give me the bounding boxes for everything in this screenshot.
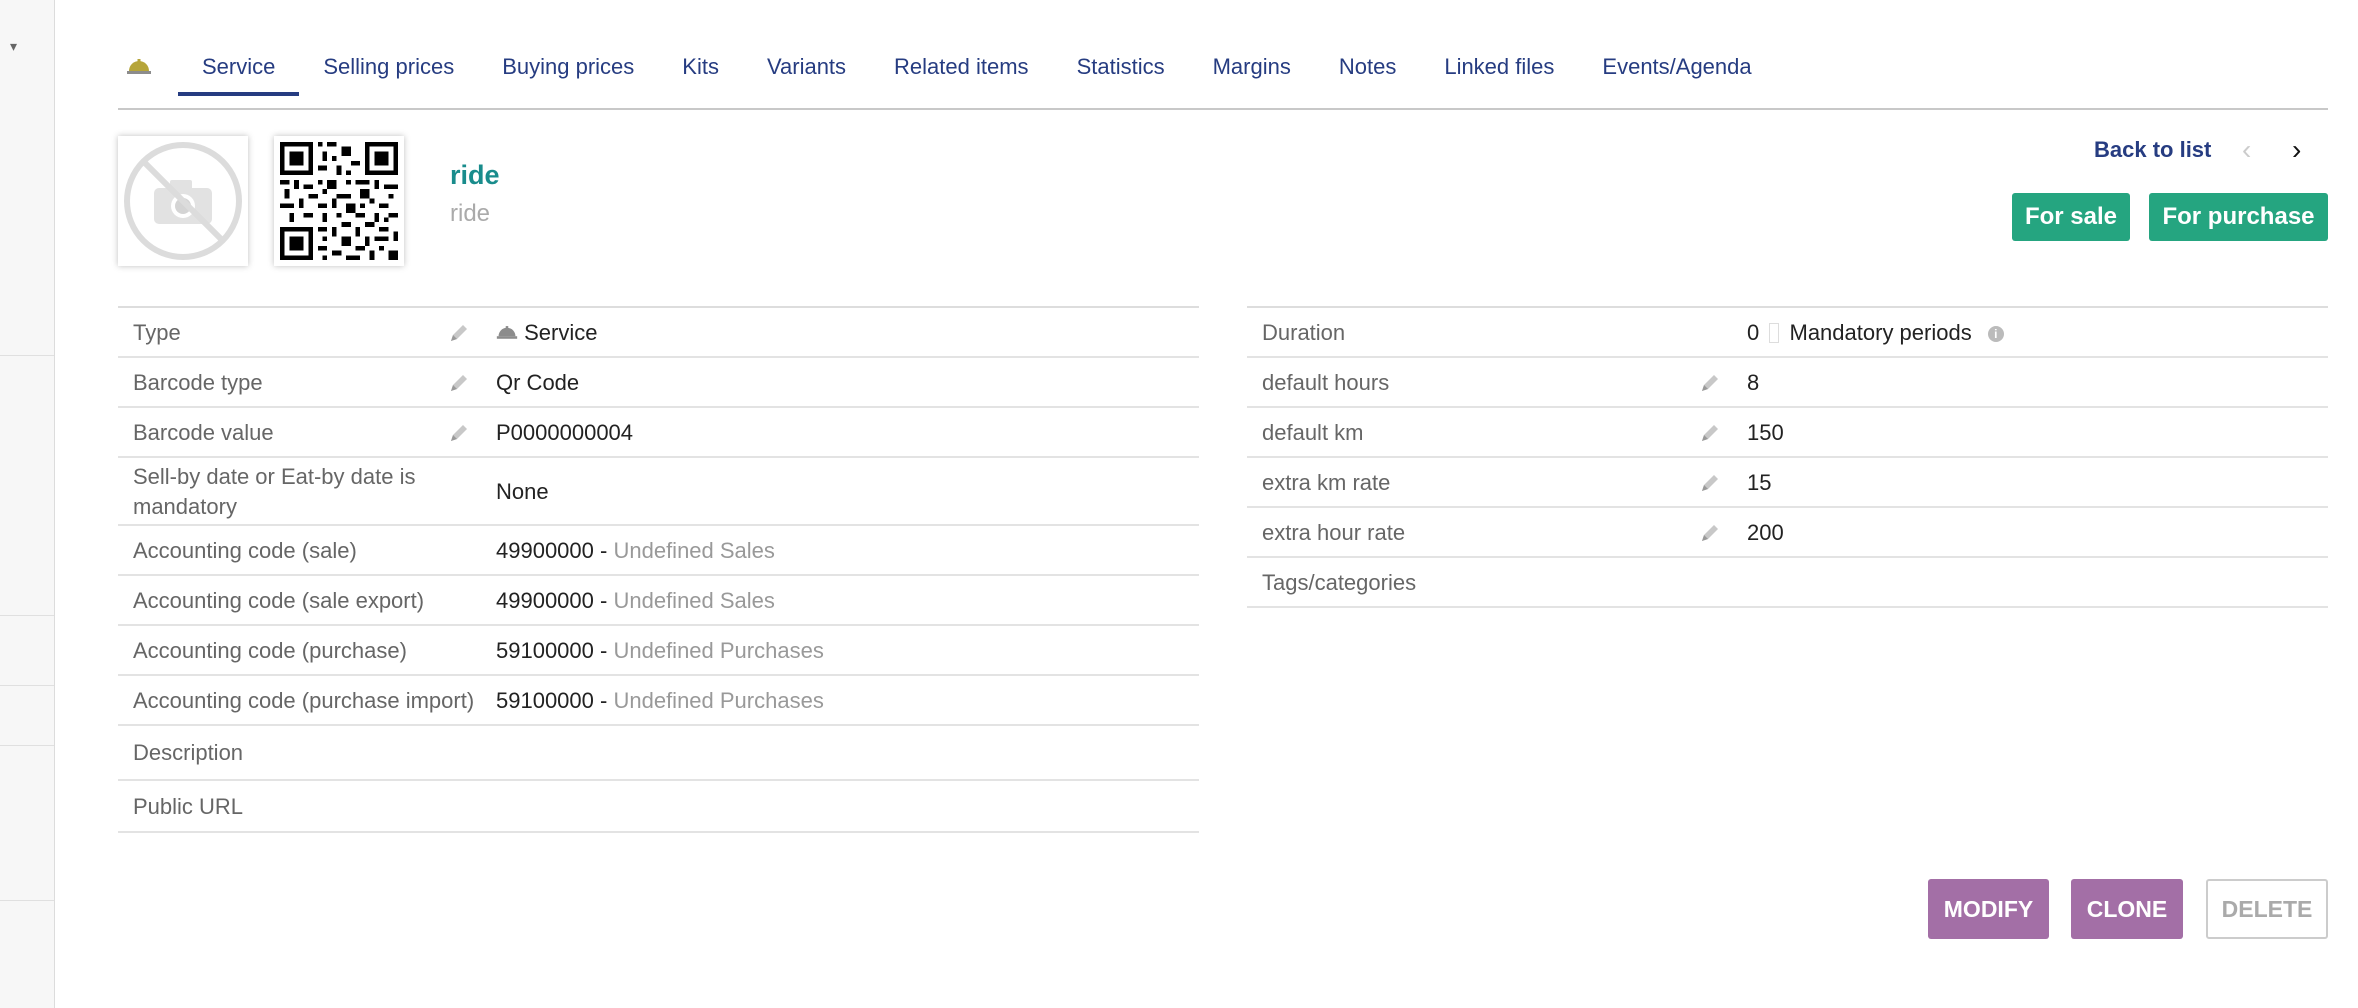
- field-row-description: Description: [118, 726, 1199, 781]
- service-bell-icon: [496, 326, 518, 339]
- pencil-icon[interactable]: [447, 421, 471, 445]
- tab-bar: Service Selling prices Buying prices Kit…: [118, 40, 2328, 110]
- field-value: 15: [1747, 470, 1772, 495]
- pencil-icon[interactable]: [1698, 371, 1722, 395]
- pencil-icon[interactable]: [447, 371, 471, 395]
- sidebar-divider: [0, 615, 54, 616]
- barcode-image[interactable]: [274, 136, 404, 266]
- field-value: 150: [1747, 420, 1784, 445]
- tab-notes[interactable]: Notes: [1315, 40, 1420, 92]
- pencil-icon[interactable]: [1698, 521, 1722, 545]
- field-value: Service: [496, 320, 597, 346]
- product-fields-left: Type Service Barcode type Qr Code Barcod…: [118, 306, 1199, 833]
- field-value: P0000000004: [496, 420, 634, 445]
- tab-buying-prices[interactable]: Buying prices: [478, 40, 658, 92]
- delete-button[interactable]: DELETE: [2206, 879, 2328, 939]
- field-label: Sell-by date or Eat-by date is mandatory: [133, 464, 416, 519]
- modify-button[interactable]: MODIFY: [1928, 879, 2049, 939]
- product-title: ride: [450, 160, 500, 190]
- pencil-icon[interactable]: [1698, 421, 1722, 445]
- field-row-duration: Duration 0 Mandatory periods i: [1247, 308, 2328, 358]
- field-label: extra hour rate: [1262, 520, 1406, 545]
- tab-kits[interactable]: Kits: [658, 40, 743, 92]
- tab-statistics[interactable]: Statistics: [1053, 40, 1189, 92]
- field-row-sellby-mandatory: Sell-by date or Eat-by date is mandatory…: [118, 458, 1199, 526]
- field-row-type: Type Service: [118, 308, 1199, 358]
- chevron-down-icon[interactable]: ▾: [10, 38, 17, 55]
- info-icon[interactable]: i: [1987, 326, 2004, 343]
- field-label: Barcode type: [133, 370, 263, 395]
- field-row-extra-hour-rate: extra hour rate 200: [1247, 508, 2328, 558]
- field-value: 49900000 - Undefined Sales: [496, 538, 775, 563]
- tab-margins[interactable]: Margins: [1189, 40, 1315, 92]
- field-label: Accounting code (sale): [133, 538, 357, 563]
- field-label: Accounting code (purchase): [133, 638, 407, 663]
- field-value: 59100000 - Undefined Purchases: [496, 638, 824, 663]
- field-value: Qr Code: [496, 370, 580, 395]
- duration-unit-select[interactable]: [1769, 323, 1780, 343]
- field-row-accounting-sale-export: Accounting code (sale export) 49900000 -…: [118, 576, 1199, 626]
- tab-events-agenda[interactable]: Events/Agenda: [1578, 40, 1775, 92]
- field-value: 0 Mandatory periods i: [1747, 320, 2004, 346]
- field-value: None: [496, 479, 549, 504]
- pencil-icon[interactable]: [1698, 471, 1722, 495]
- chevron-right-icon[interactable]: ›: [2292, 134, 2301, 166]
- product-photo[interactable]: [118, 136, 248, 266]
- sidebar-divider: [0, 900, 54, 901]
- field-row-default-km: default km 150: [1247, 408, 2328, 458]
- field-value: 8: [1747, 370, 1760, 395]
- field-value: 49900000 - Undefined Sales: [496, 588, 775, 613]
- field-row-barcode-type: Barcode type Qr Code: [118, 358, 1199, 408]
- field-label: Duration: [1262, 320, 1346, 345]
- field-value: 59100000 - Undefined Purchases: [496, 688, 824, 713]
- sidebar-divider: [0, 355, 54, 356]
- chevron-left-icon[interactable]: ‹: [2242, 134, 2251, 166]
- field-label: Accounting code (purchase import): [133, 688, 475, 713]
- field-label: Tags/categories: [1262, 570, 1417, 595]
- pencil-icon[interactable]: [447, 321, 471, 345]
- sidebar-divider: [0, 685, 54, 686]
- tab-service[interactable]: Service: [178, 40, 300, 96]
- sidebar-divider: [0, 745, 54, 746]
- qr-code-icon: [280, 142, 398, 260]
- field-label: default km: [1262, 420, 1364, 445]
- product-fields-right: Duration 0 Mandatory periods i default h…: [1247, 306, 2328, 608]
- tab-linked-files[interactable]: Linked files: [1420, 40, 1578, 92]
- field-row-accounting-purchase-import: Accounting code (purchase import) 591000…: [118, 676, 1199, 726]
- field-label: Description: [133, 740, 244, 765]
- field-row-tags-categories: Tags/categories: [1247, 558, 2328, 608]
- field-row-accounting-purchase: Accounting code (purchase) 59100000 - Un…: [118, 626, 1199, 676]
- left-sidebar-strip: ▾: [0, 0, 55, 1008]
- back-to-list-link[interactable]: Back to list: [2094, 137, 2211, 163]
- field-label: default hours: [1262, 370, 1390, 395]
- product-subtitle: ride: [450, 200, 491, 227]
- clone-button[interactable]: CLONE: [2071, 879, 2183, 939]
- field-value: 200: [1747, 520, 1784, 545]
- field-label: extra km rate: [1262, 470, 1391, 495]
- tab-variants[interactable]: Variants: [743, 40, 870, 92]
- field-row-barcode-value: Barcode value P0000000004: [118, 408, 1199, 458]
- field-label: Type: [133, 320, 181, 345]
- field-row-default-hours: default hours 8: [1247, 358, 2328, 408]
- field-row-public-url: Public URL: [118, 781, 1199, 833]
- field-label: Public URL: [133, 794, 244, 819]
- for-sale-badge[interactable]: For sale: [2012, 193, 2130, 241]
- no-photo-icon: [124, 142, 242, 260]
- service-bell-icon: [118, 52, 178, 82]
- field-label: Barcode value: [133, 420, 274, 445]
- tab-selling-prices[interactable]: Selling prices: [299, 40, 478, 92]
- field-row-accounting-sale: Accounting code (sale) 49900000 - Undefi…: [118, 526, 1199, 576]
- tab-related-items[interactable]: Related items: [870, 40, 1053, 92]
- field-label: Accounting code (sale export): [133, 588, 425, 613]
- for-purchase-badge[interactable]: For purchase: [2149, 193, 2328, 241]
- field-row-extra-km-rate: extra km rate 15: [1247, 458, 2328, 508]
